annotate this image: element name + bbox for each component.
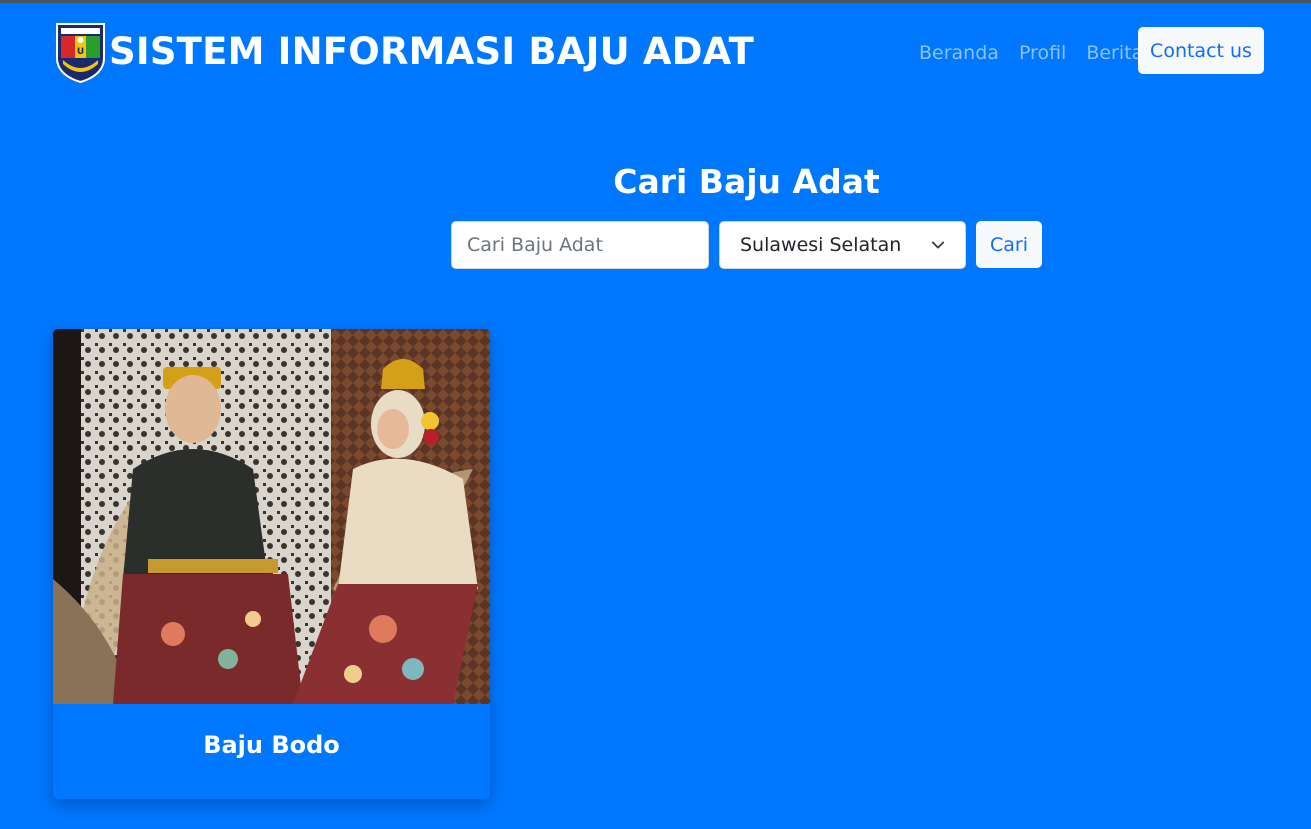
- result-card[interactable]: Baju Bodo: [53, 329, 490, 799]
- nav-links: Beranda Profil Berita: [919, 42, 1143, 64]
- chevron-down-icon: [931, 241, 945, 249]
- result-card-title: Baju Bodo: [203, 731, 340, 759]
- svg-text:U: U: [77, 47, 84, 57]
- traditional-couple-photo-icon: [53, 329, 490, 704]
- brand[interactable]: U SISTEM INFORMASI BAJU ADAT: [53, 20, 754, 83]
- university-logo-icon: U: [56, 23, 105, 83]
- nav-link-beranda[interactable]: Beranda: [919, 42, 999, 64]
- search-title: Cari Baju Adat: [613, 162, 880, 201]
- search-input[interactable]: [451, 221, 709, 269]
- province-select-value: Sulawesi Selatan: [740, 234, 902, 256]
- search-button[interactable]: Cari: [976, 221, 1042, 268]
- brand-title: SISTEM INFORMASI BAJU ADAT: [109, 30, 755, 73]
- nav-link-profil[interactable]: Profil: [1019, 42, 1066, 64]
- province-select[interactable]: Sulawesi Selatan: [719, 221, 966, 269]
- contact-us-button[interactable]: Contact us: [1138, 27, 1264, 74]
- nav-link-berita[interactable]: Berita: [1086, 42, 1143, 64]
- navbar: U SISTEM INFORMASI BAJU ADAT Beranda Pro…: [0, 3, 1311, 103]
